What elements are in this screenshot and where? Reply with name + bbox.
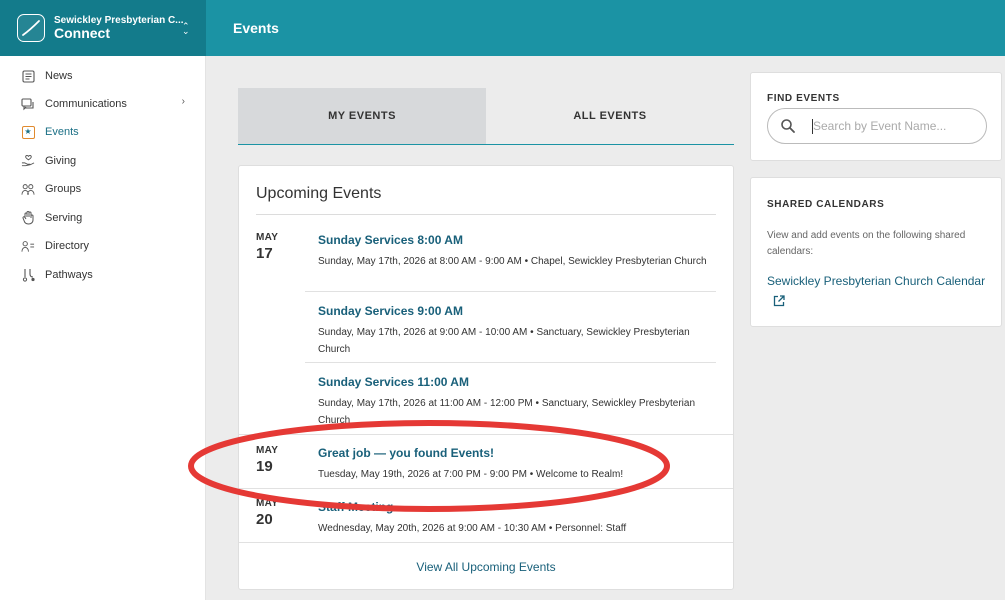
shared-calendars-card: SHARED CALENDARS View and add events on … [750, 177, 1002, 327]
event-detail: Tuesday, May 19th, 2026 at 7:00 PM - 9:0… [318, 469, 624, 480]
divider [239, 488, 733, 489]
search-icon [780, 118, 796, 139]
event-link[interactable]: Great job — you found Events! [318, 446, 718, 460]
upcoming-events-card: Upcoming Events MAY 17 Sunday Services 8… [238, 165, 734, 590]
sidebar-item-giving[interactable]: Giving [21, 151, 191, 171]
search-box [767, 108, 987, 144]
external-link-icon [773, 293, 785, 313]
event-day: 19 [256, 458, 273, 475]
event-link[interactable]: Sunday Services 11:00 AM [318, 375, 718, 389]
sidebar-item-serving[interactable]: Serving [21, 208, 191, 228]
page-title: Events [233, 20, 279, 36]
sidebar-item-news[interactable]: News [21, 66, 191, 86]
sidebar-item-label: Groups [45, 183, 82, 195]
divider [239, 434, 733, 435]
event-link[interactable]: Sunday Services 8:00 AM [318, 233, 718, 247]
event-month: MAY [256, 498, 279, 509]
divider [256, 214, 716, 215]
star-calendar-icon: ★ [21, 125, 35, 139]
event-detail: Wednesday, May 20th, 2026 at 9:00 AM - 1… [318, 523, 627, 534]
sidebar-item-label: Communications [45, 98, 127, 110]
event-date: MAY 17 [256, 232, 278, 262]
directory-person-icon [21, 239, 35, 253]
event-detail: Sunday, May 17th, 2026 at 8:00 AM - 9:00… [318, 256, 707, 267]
event-date: MAY 19 [256, 445, 278, 475]
giving-hand-heart-icon [21, 154, 35, 168]
sidebar: News Communications › ★ Events Giving Gr… [0, 56, 206, 600]
chevron-right-icon: › [181, 96, 185, 107]
event-detail: Sunday, May 17th, 2026 at 11:00 AM - 12:… [318, 398, 696, 426]
groups-people-icon [21, 182, 35, 196]
sidebar-item-label: News [45, 70, 73, 82]
hand-icon [21, 211, 35, 225]
event-month: MAY [256, 232, 279, 243]
news-icon [21, 69, 35, 83]
events-tabs: MY EVENTS ALL EVENTS [238, 88, 734, 145]
shared-calendars-title: SHARED CALENDARS [767, 199, 885, 210]
upcoming-events-title: Upcoming Events [256, 185, 382, 202]
event-item: Staff Meeting Wednesday, May 20th, 2026 … [318, 500, 718, 537]
sidebar-item-label: Giving [45, 155, 77, 167]
sidebar-item-pathways[interactable]: Pathways [21, 265, 191, 285]
event-item: Sunday Services 9:00 AM Sunday, May 17th… [318, 304, 718, 358]
connect-logo-icon [17, 14, 45, 42]
tab-my-events[interactable]: MY EVENTS [238, 88, 486, 144]
event-item: Great job — you found Events! Tuesday, M… [318, 446, 718, 483]
find-events-title: FIND EVENTS [767, 93, 840, 104]
top-bar: Sewickley Presbyterian C... Connect ⌃ ⌄ E… [0, 0, 1005, 56]
divider [305, 291, 716, 292]
sidebar-item-directory[interactable]: Directory [21, 236, 191, 256]
event-day: 17 [256, 245, 273, 262]
shared-calendar-link-label: Sewickley Presbyterian Church Calendar [767, 274, 986, 288]
find-events-card: FIND EVENTS [750, 72, 1002, 161]
org-switcher[interactable]: Sewickley Presbyterian C... Connect ⌃ ⌄ [0, 0, 206, 56]
sidebar-item-label: Events [45, 126, 79, 138]
event-date: MAY 20 [256, 498, 278, 528]
sidebar-item-events[interactable]: ★ Events [21, 122, 191, 142]
divider [305, 362, 716, 363]
sidebar-item-groups[interactable]: Groups [21, 179, 191, 199]
search-input[interactable] [813, 116, 978, 136]
divider [239, 542, 733, 543]
event-detail: Sunday, May 17th, 2026 at 9:00 AM - 10:0… [318, 327, 690, 355]
org-text: Sewickley Presbyterian C... Connect [54, 15, 184, 41]
shared-calendars-description: View and add events on the following sha… [767, 230, 966, 257]
sidebar-item-label: Pathways [45, 269, 93, 281]
tab-all-events[interactable]: ALL EVENTS [486, 88, 734, 144]
event-day: 20 [256, 511, 273, 528]
shared-calendar-link[interactable]: Sewickley Presbyterian Church Calendar [767, 271, 992, 313]
chat-icon [21, 97, 35, 111]
app-name: Connect [54, 24, 110, 41]
event-item: Sunday Services 8:00 AM Sunday, May 17th… [318, 233, 718, 270]
event-item: Sunday Services 11:00 AM Sunday, May 17t… [318, 375, 718, 429]
pathways-icon [21, 268, 35, 282]
event-link[interactable]: Staff Meeting [318, 500, 718, 514]
sidebar-item-label: Serving [45, 212, 83, 224]
chevron-up-down-icon[interactable]: ⌃ ⌄ [182, 22, 190, 36]
sidebar-item-communications[interactable]: Communications › [21, 94, 191, 114]
event-link[interactable]: Sunday Services 9:00 AM [318, 304, 718, 318]
view-all-upcoming-events-link[interactable]: View All Upcoming Events [239, 560, 733, 574]
event-month: MAY [256, 445, 279, 456]
sidebar-item-label: Directory [45, 240, 90, 252]
